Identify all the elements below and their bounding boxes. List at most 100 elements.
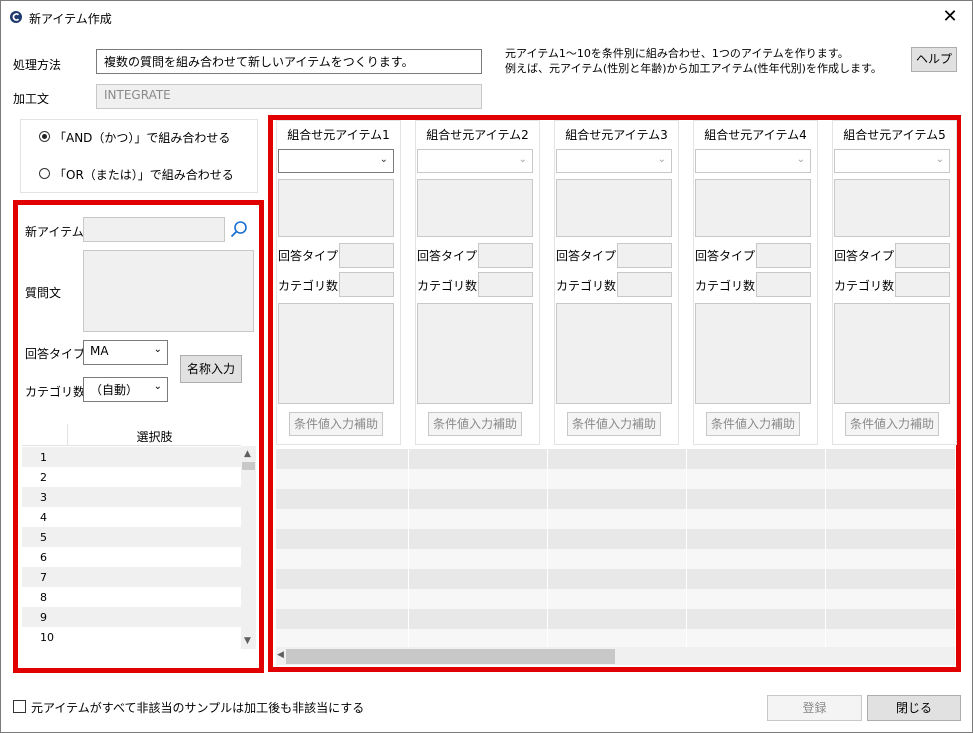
source-item-column-1: 組合せ元アイテム1 ⌄ 回答タイプ カテゴリ数 条件値入力補助 (276, 120, 401, 445)
method-label: 処理方法 (13, 58, 62, 72)
category-count-value: （自動） (90, 383, 139, 397)
condition-assist-button[interactable]: 条件値入力補助 (428, 412, 522, 436)
and-radio-label[interactable]: 「AND（かつ）」で組み合わせる (54, 129, 230, 146)
grid-row (276, 509, 955, 529)
scroll-up-icon[interactable]: ▲ (244, 449, 251, 459)
grid-divider (686, 449, 687, 647)
source-answer-type-field (339, 243, 394, 268)
grid-row (276, 549, 955, 569)
new-item-label: 新アイテム (25, 225, 84, 239)
grid-divider (825, 449, 826, 647)
answer-type-label: 回答タイプ (25, 347, 86, 361)
chevron-down-icon: ⌄ (153, 344, 162, 355)
choices-header-label: 選択肢 (136, 430, 173, 444)
title-bar: 新アイテム作成 ✕ (1, 1, 972, 33)
source-item-choices (278, 303, 394, 404)
source-item-column-3: 組合せ元アイテム3 ⌄ 回答タイプ カテゴリ数 条件値入力補助 (554, 120, 679, 445)
list-item[interactable]: 5 (22, 527, 241, 547)
source-category-label: カテゴリ数 (695, 279, 756, 293)
source-item-select[interactable]: ⌄ (834, 149, 950, 173)
list-item[interactable]: 1 (22, 447, 241, 467)
source-item-choices (417, 303, 533, 404)
close-button[interactable]: 閉じる (867, 695, 961, 721)
source-answer-type-field (756, 243, 811, 268)
or-radio-label[interactable]: 「OR（または）」で組み合わせる (54, 166, 234, 183)
question-label: 質問文 (25, 286, 62, 300)
grid-row (276, 489, 955, 509)
source-answer-type-label: 回答タイプ (278, 249, 339, 263)
search-icon[interactable] (230, 220, 248, 238)
grid-row (276, 569, 955, 589)
list-item[interactable]: 8 (22, 587, 241, 607)
grid-row (276, 629, 955, 649)
condition-assist-button[interactable]: 条件値入力補助 (706, 412, 800, 436)
scrollbar-thumb[interactable] (242, 462, 255, 470)
new-item-field[interactable] (83, 217, 225, 242)
help-button[interactable]: ヘルプ (911, 47, 957, 72)
process-label: 加工文 (13, 92, 50, 106)
scroll-left-icon[interactable]: ◀ (277, 650, 284, 660)
source-item-column-4: 組合せ元アイテム4 ⌄ 回答タイプ カテゴリ数 条件値入力補助 (693, 120, 818, 445)
list-item[interactable]: 3 (22, 487, 241, 507)
source-category-label: カテゴリ数 (834, 279, 895, 293)
app-logo-icon (10, 11, 22, 23)
and-radio[interactable] (39, 131, 50, 142)
source-item-select[interactable]: ⌄ (417, 149, 533, 173)
condition-assist-button[interactable]: 条件値入力補助 (289, 412, 383, 436)
method-field[interactable]: 複数の質問を組み合わせて新しいアイテムをつくります。 (96, 49, 482, 74)
list-item[interactable]: 4 (22, 507, 241, 527)
list-item[interactable]: 2 (22, 467, 241, 487)
source-item-choices (695, 303, 811, 404)
name-input-button[interactable]: 名称入力 (180, 355, 242, 383)
list-item[interactable]: 6 (22, 547, 241, 567)
dialog-window: 新アイテム作成 ✕ 処理方法 複数の質問を組み合わせて新しいアイテムをつくります… (0, 0, 973, 733)
source-items-scrollbar[interactable]: ◀ (276, 647, 955, 665)
chevron-down-icon: ⌄ (796, 154, 805, 165)
process-field: INTEGRATE (96, 84, 482, 109)
grid-row (276, 609, 955, 629)
source-item-title: 組合せ元アイテム2 (426, 128, 529, 142)
category-count-select[interactable]: （自動） ⌄ (83, 377, 168, 402)
condition-assist-button[interactable]: 条件値入力補助 (845, 412, 939, 436)
scroll-down-icon[interactable]: ▼ (244, 636, 251, 646)
description-line-2: 例えば、元アイテム(性別と年齢)から加工アイテム(性年代別)を作成します。 (505, 62, 882, 75)
source-answer-type-label: 回答タイプ (417, 249, 478, 263)
grid-row (276, 589, 955, 609)
chevron-down-icon: ⌄ (935, 154, 944, 165)
source-item-select[interactable]: ⌄ (695, 149, 811, 173)
source-item-column-5: 組合せ元アイテム5 ⌄ 回答タイプ カテゴリ数 条件値入力補助 (832, 120, 957, 445)
choices-header: 選択肢 (22, 424, 241, 446)
condition-assist-button[interactable]: 条件値入力補助 (567, 412, 661, 436)
source-item-select[interactable]: ⌄ (278, 149, 394, 173)
window-title: 新アイテム作成 (29, 12, 112, 26)
keep-invalid-checkbox[interactable] (13, 700, 26, 713)
source-answer-type-field (478, 243, 533, 268)
source-category-label: カテゴリ数 (556, 279, 617, 293)
answer-type-value: MA (90, 344, 109, 358)
close-window-icon[interactable]: ✕ (938, 5, 962, 29)
source-item-question (278, 179, 394, 237)
list-item[interactable]: 10 (22, 627, 241, 647)
list-item[interactable]: 7 (22, 567, 241, 587)
category-count-label: カテゴリ数 (25, 385, 86, 399)
source-category-field (478, 272, 533, 297)
or-radio[interactable] (39, 168, 50, 179)
list-item[interactable]: 9 (22, 607, 241, 627)
description-line-1: 元アイテム1～10を条件別に組み合わせ、1つのアイテムを作ります。 (505, 47, 849, 60)
chevron-down-icon: ⌄ (518, 154, 527, 165)
keep-invalid-label[interactable]: 元アイテムがすべて非該当のサンプルは加工後も非該当にする (31, 699, 364, 716)
source-category-label: カテゴリ数 (417, 279, 478, 293)
source-item-select[interactable]: ⌄ (556, 149, 672, 173)
question-field[interactable] (83, 250, 254, 332)
register-button[interactable]: 登録 (767, 695, 862, 721)
scrollbar-thumb[interactable] (286, 649, 615, 664)
source-item-title: 組合せ元アイテム5 (843, 128, 946, 142)
source-item-choices (834, 303, 950, 404)
source-item-title: 組合せ元アイテム4 (704, 128, 807, 142)
source-answer-type-label: 回答タイプ (834, 249, 895, 263)
choices-scrollbar[interactable]: ▲ ▼ (241, 446, 256, 649)
source-category-label: カテゴリ数 (278, 279, 339, 293)
chevron-down-icon: ⌄ (153, 381, 162, 392)
source-category-field (895, 272, 950, 297)
answer-type-select[interactable]: MA ⌄ (83, 340, 168, 365)
